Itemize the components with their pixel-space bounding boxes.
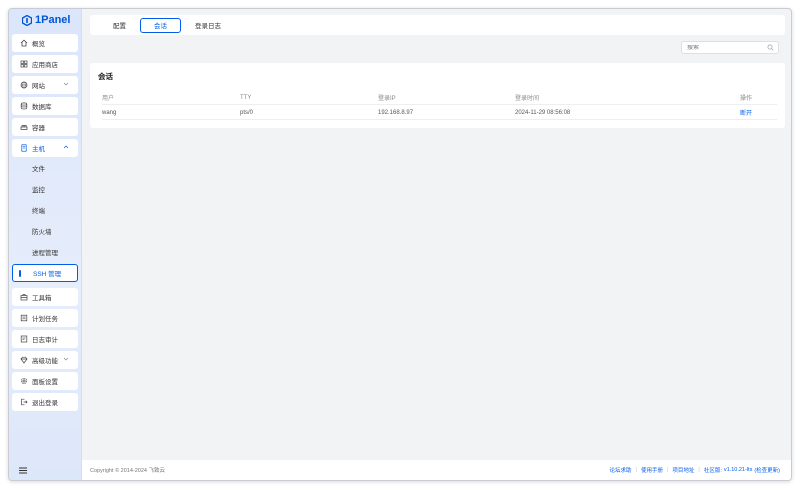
column-header-action: 操作 <box>740 96 753 102</box>
sidebar-item-advanced[interactable]: 高级功能 <box>12 351 78 369</box>
cell-time: 2024-11-29 08:56:08 <box>515 109 571 116</box>
sidebar-subitem-firewall[interactable]: 防火墙 <box>12 222 78 240</box>
grid-icon <box>19 60 28 69</box>
schedule-icon <box>19 314 28 323</box>
cell-tty: pts/0 <box>240 109 254 116</box>
gear-icon <box>19 377 28 386</box>
disconnect-button[interactable]: 断开 <box>740 108 777 117</box>
sidebar-subitem-label: 监控 <box>32 187 45 194</box>
tab-sessions[interactable]: 会话 <box>140 17 181 33</box>
chevron-down-icon <box>63 356 69 364</box>
sidebar-item-label: 面板设置 <box>32 379 58 386</box>
table-header: 用户 TTY 登录IP 登录时间 操作 <box>102 91 777 105</box>
divider: | <box>635 467 637 473</box>
container-icon <box>19 123 28 132</box>
sidebar-subitem-label: 防火墙 <box>32 229 52 236</box>
project-link[interactable]: 项目地址 <box>672 466 694 474</box>
app-name: 1Panel <box>35 14 71 26</box>
tab-bar: 配置 会话 登录日志 <box>90 15 785 35</box>
sidebar-item-label: 应用商店 <box>32 62 58 69</box>
check-update-link[interactable]: (检查更新) <box>754 466 780 474</box>
edition-label: 社区版: <box>703 468 722 474</box>
sidebar-item-label: 网站 <box>32 83 45 90</box>
sidebar-item-label: 数据库 <box>32 104 52 111</box>
sidebar-item-panel-settings[interactable]: 面板设置 <box>12 372 78 390</box>
sidebar-item-container[interactable]: 容器 <box>12 118 78 136</box>
logo-icon <box>22 14 32 26</box>
sidebar-subitem-monitor[interactable]: 监控 <box>12 180 78 198</box>
chevron-down-icon <box>63 81 69 89</box>
tab-config[interactable]: 配置 <box>100 18 139 33</box>
sidebar-subitem-files[interactable]: 文件 <box>12 159 78 177</box>
version-label: v1.10.21-lts <box>723 467 753 473</box>
chevron-up-icon <box>63 144 69 152</box>
toolbox-icon <box>19 293 28 302</box>
sidebar-item-label: 主机 <box>32 146 45 153</box>
tab-login-log[interactable]: 登录日志 <box>182 18 234 33</box>
table-row: wang pts/0 192.168.8.97 2024-11-29 08:56… <box>102 106 777 120</box>
main-content: 配置 会话 登录日志 会话 用户 TTY 登录IP 登录时间 操作 wang p… <box>82 9 791 480</box>
home-icon <box>19 39 28 48</box>
column-header-time: 登录时间 <box>515 96 540 102</box>
collapse-menu-icon[interactable] <box>19 467 27 476</box>
log-icon <box>19 335 28 344</box>
sidebar-subitem-label: SSH 管理 <box>33 271 62 278</box>
sidebar-item-schedule[interactable]: 计划任务 <box>12 309 78 327</box>
sidebar: 1Panel 概览 应用商店 网站 数据库 容器 主机 文件 监控 终端 防火墙… <box>9 9 82 480</box>
column-header-user: 用户 <box>102 96 115 102</box>
sidebar-subitem-process[interactable]: 进程管理 <box>12 243 78 261</box>
sidebar-item-label: 日志审计 <box>32 337 58 344</box>
sidebar-item-overview[interactable]: 概览 <box>12 34 78 52</box>
cell-user: wang <box>102 109 117 116</box>
sidebar-item-log-audit[interactable]: 日志审计 <box>12 330 78 348</box>
cell-ip: 192.168.8.97 <box>378 109 414 116</box>
sidebar-subitem-label: 进程管理 <box>32 250 58 257</box>
sidebar-subitem-label: 文件 <box>32 166 45 173</box>
sidebar-subitem-ssh[interactable]: SSH 管理 <box>12 264 78 282</box>
footer-links: 论坛求助 | 使用手册 | 项目地址 | 社区版: v1.10.21-lts (… <box>610 460 781 480</box>
sidebar-item-label: 工具箱 <box>32 295 52 302</box>
search-box[interactable] <box>681 41 779 54</box>
sessions-card: 会话 用户 TTY 登录IP 登录时间 操作 wang pts/0 192.16… <box>90 63 785 128</box>
sidebar-item-label: 高级功能 <box>32 358 58 365</box>
sidebar-item-toolbox[interactable]: 工具箱 <box>12 288 78 306</box>
search-icon[interactable] <box>767 44 774 53</box>
sidebar-item-app-store[interactable]: 应用商店 <box>12 55 78 73</box>
forum-link[interactable]: 论坛求助 <box>610 466 632 474</box>
logout-icon <box>19 398 28 407</box>
toolbar <box>90 41 785 57</box>
sidebar-item-website[interactable]: 网站 <box>12 76 78 94</box>
sidebar-item-label: 容器 <box>32 125 45 132</box>
column-header-tty: TTY <box>240 94 252 101</box>
column-header-ip: 登录IP <box>378 96 396 102</box>
sidebar-item-label: 退出登录 <box>32 400 58 407</box>
card-title: 会话 <box>98 72 113 81</box>
host-icon <box>19 144 28 153</box>
sidebar-subitem-terminal[interactable]: 终端 <box>12 201 78 219</box>
database-icon <box>19 102 28 111</box>
globe-icon <box>19 81 28 90</box>
app-window: 1Panel 概览 应用商店 网站 数据库 容器 主机 文件 监控 终端 防火墙… <box>8 8 792 481</box>
active-indicator <box>19 270 21 277</box>
sidebar-item-logout[interactable]: 退出登录 <box>12 393 78 411</box>
search-input[interactable] <box>687 44 767 51</box>
footer: Copyright © 2014-2024 飞致云 论坛求助 | 使用手册 | … <box>82 460 791 480</box>
copyright: Copyright © 2014-2024 飞致云 <box>90 468 165 474</box>
sidebar-item-label: 计划任务 <box>32 316 58 323</box>
sidebar-item-host[interactable]: 主机 <box>12 139 78 157</box>
diamond-icon <box>19 356 28 365</box>
app-logo[interactable]: 1Panel <box>22 13 70 27</box>
divider: | <box>666 467 669 473</box>
divider: | <box>698 467 700 473</box>
sidebar-item-label: 概览 <box>32 41 45 48</box>
manual-link[interactable]: 使用手册 <box>641 466 663 474</box>
sidebar-item-database[interactable]: 数据库 <box>12 97 78 115</box>
sidebar-subitem-label: 终端 <box>32 208 45 215</box>
